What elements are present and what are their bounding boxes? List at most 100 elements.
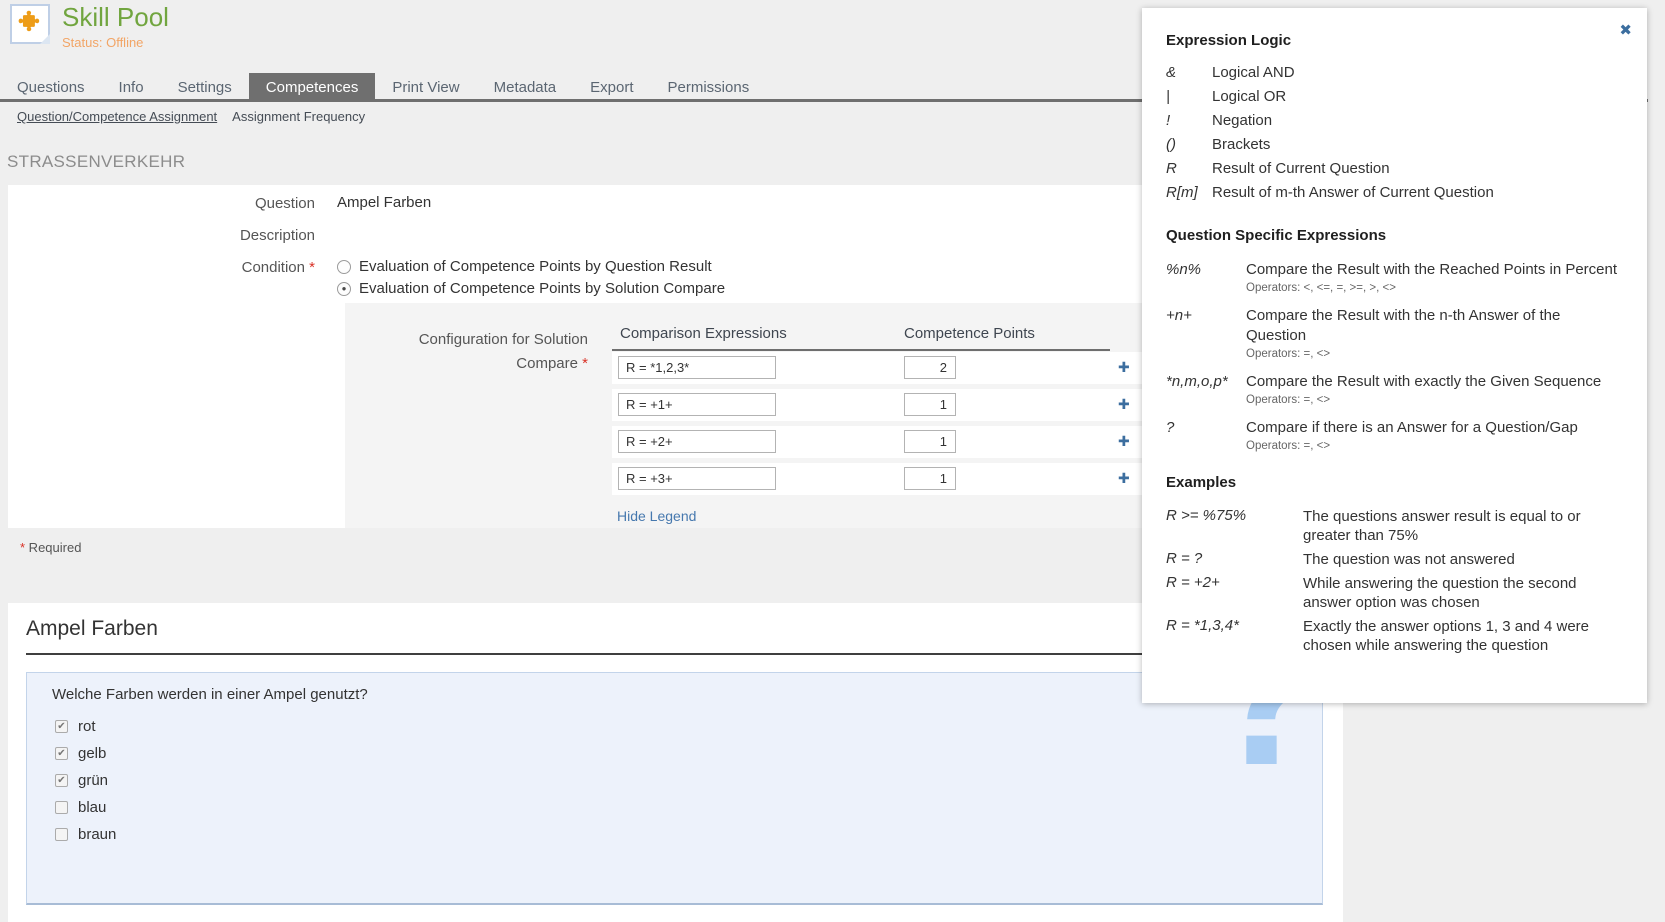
- checkbox-gelb: ✔: [55, 747, 68, 760]
- legend-item: +n+ Compare the Result with the n-th Ans…: [1166, 306, 1623, 360]
- table-row: ✚: [612, 352, 1142, 384]
- legend-item: |Logical OR: [1166, 85, 1623, 109]
- competence-points-input[interactable]: [904, 430, 956, 453]
- question-panel: Welche Farben werden in einer Ampel genu…: [26, 672, 1323, 905]
- solution-compare-config: Configuration for Solution Compare * Com…: [345, 303, 1142, 528]
- tab-competences[interactable]: Competences: [249, 73, 376, 99]
- logic-list: &Logical AND |Logical OR !Negation ()Bra…: [1166, 61, 1623, 205]
- col-comparison-expressions: Comparison Expressions: [620, 325, 787, 342]
- tab-export[interactable]: Export: [573, 73, 650, 99]
- status-badge: Status: Offline: [62, 35, 143, 50]
- comparison-expression-input[interactable]: [618, 430, 776, 453]
- question-specific-list: %n% Compare the Result with the Reached …: [1166, 260, 1623, 452]
- legend-item: R >= %75%The questions answer result is …: [1166, 507, 1623, 545]
- answer-option-label: blau: [78, 799, 106, 816]
- comparison-table-body: ✚ ✚ ✚ ✚: [612, 352, 1142, 500]
- tab-print-view[interactable]: Print View: [375, 73, 476, 99]
- legend-title-examples: Examples: [1166, 474, 1623, 491]
- tab-questions[interactable]: Questions: [0, 73, 102, 99]
- question-text: Welche Farben werden in einer Ampel genu…: [52, 686, 368, 703]
- tab-info[interactable]: Info: [102, 73, 161, 99]
- answer-option: ✔ gelb: [55, 740, 116, 767]
- add-row-icon[interactable]: ✚: [1118, 433, 1130, 450]
- operators-note: Operators: =, <>: [1246, 348, 1623, 360]
- radio-question-result-label: Evaluation of Competence Points by Quest…: [359, 258, 712, 275]
- legend-item: ? Compare if there is an Answer for a Qu…: [1166, 418, 1623, 452]
- sub-navigation: Question/Competence Assignment Assignmen…: [17, 109, 365, 124]
- tab-metadata[interactable]: Metadata: [477, 73, 574, 99]
- answer-option: ✔ rot: [55, 713, 116, 740]
- radio-question-result[interactable]: [337, 260, 351, 274]
- legend-item: &Logical AND: [1166, 61, 1623, 85]
- page-title: Skill Pool: [62, 2, 169, 33]
- legend-item: !Negation: [1166, 109, 1623, 133]
- operators-note: Operators: =, <>: [1246, 440, 1578, 452]
- radio-solution-compare[interactable]: ●: [337, 282, 351, 296]
- table-row: ✚: [612, 389, 1142, 421]
- tab-settings[interactable]: Settings: [161, 73, 249, 99]
- expression-legend-panel: ✖ Expression Logic &Logical AND |Logical…: [1142, 8, 1647, 703]
- comparison-expression-input[interactable]: [618, 356, 776, 379]
- operators-note: Operators: <, <=, =, >=, >, <>: [1246, 282, 1617, 294]
- table-header-rule: [612, 349, 1110, 351]
- condition-option-solution-compare: ● Evaluation of Competence Points by Sol…: [337, 280, 725, 297]
- answer-option-label: gelb: [78, 745, 106, 762]
- legend-content: Expression Logic &Logical AND |Logical O…: [1142, 8, 1647, 655]
- puzzle-icon: [17, 9, 43, 40]
- legend-item: R = +2+While answering the question the …: [1166, 574, 1623, 612]
- preview-title-rule: [26, 653, 1325, 655]
- subnav-assignment-frequency[interactable]: Assignment Frequency: [232, 109, 365, 124]
- answer-option: braun: [55, 821, 116, 848]
- answer-option-label: braun: [78, 826, 116, 843]
- required-star: *: [582, 355, 588, 372]
- answer-option-label: grün: [78, 772, 108, 789]
- competence-points-input[interactable]: [904, 356, 956, 379]
- add-row-icon[interactable]: ✚: [1118, 470, 1130, 487]
- add-row-icon[interactable]: ✚: [1118, 396, 1130, 413]
- legend-item: *n,m,o,p* Compare the Result with exactl…: [1166, 372, 1623, 406]
- checkbox-rot: ✔: [55, 720, 68, 733]
- competence-points-input[interactable]: [904, 467, 956, 490]
- legend-item: R[m]Result of m-th Answer of Current Que…: [1166, 181, 1623, 205]
- competence-points-input[interactable]: [904, 393, 956, 416]
- condition-label: Condition *: [8, 259, 315, 276]
- preview-title: Ampel Farben: [26, 617, 158, 641]
- comparison-expression-input[interactable]: [618, 393, 776, 416]
- close-icon[interactable]: ✖: [1619, 21, 1632, 39]
- legend-item: RResult of Current Question: [1166, 157, 1623, 181]
- condition-option-question-result: Evaluation of Competence Points by Quest…: [337, 258, 712, 275]
- subnav-question-competence-assignment[interactable]: Question/Competence Assignment: [17, 109, 217, 124]
- add-row-icon[interactable]: ✚: [1118, 359, 1130, 376]
- legend-item: R = *1,3,4*Exactly the answer options 1,…: [1166, 617, 1623, 655]
- checkbox-blau: [55, 801, 68, 814]
- answer-option: ✔ grün: [55, 767, 116, 794]
- skill-pool-page: Skill Pool Status: Offline Questions Inf…: [0, 0, 1665, 922]
- question-label: Question: [8, 195, 315, 212]
- required-note: * Required: [20, 540, 81, 555]
- tab-permissions[interactable]: Permissions: [651, 73, 767, 99]
- hide-legend-link[interactable]: Hide Legend: [617, 508, 696, 524]
- section-title: STRASSENVERKEHR: [7, 152, 185, 172]
- description-label: Description: [8, 227, 315, 244]
- question-value: Ampel Farben: [337, 194, 431, 211]
- table-row: ✚: [612, 463, 1142, 495]
- legend-item: %n% Compare the Result with the Reached …: [1166, 260, 1623, 294]
- operators-note: Operators: =, <>: [1246, 394, 1601, 406]
- comparison-expression-input[interactable]: [618, 467, 776, 490]
- config-label: Configuration for Solution Compare *: [345, 328, 588, 376]
- answer-option-label: rot: [78, 718, 96, 735]
- legend-item: R = ?The question was not answered: [1166, 550, 1623, 569]
- legend-title-question-specific: Question Specific Expressions: [1166, 227, 1623, 244]
- checkbox-braun: [55, 828, 68, 841]
- required-star: *: [309, 259, 315, 276]
- legend-title-expression-logic: Expression Logic: [1166, 32, 1623, 49]
- resource-icon: [10, 4, 50, 44]
- table-row: ✚: [612, 426, 1142, 458]
- col-competence-points: Competence Points: [904, 325, 1035, 342]
- legend-item: ()Brackets: [1166, 133, 1623, 157]
- radio-solution-compare-label: Evaluation of Competence Points by Solut…: [359, 280, 725, 297]
- checkbox-gruen: ✔: [55, 774, 68, 787]
- answer-options: ✔ rot ✔ gelb ✔ grün blau braun: [55, 713, 116, 848]
- example-list: R >= %75%The questions answer result is …: [1166, 507, 1623, 655]
- answer-option: blau: [55, 794, 116, 821]
